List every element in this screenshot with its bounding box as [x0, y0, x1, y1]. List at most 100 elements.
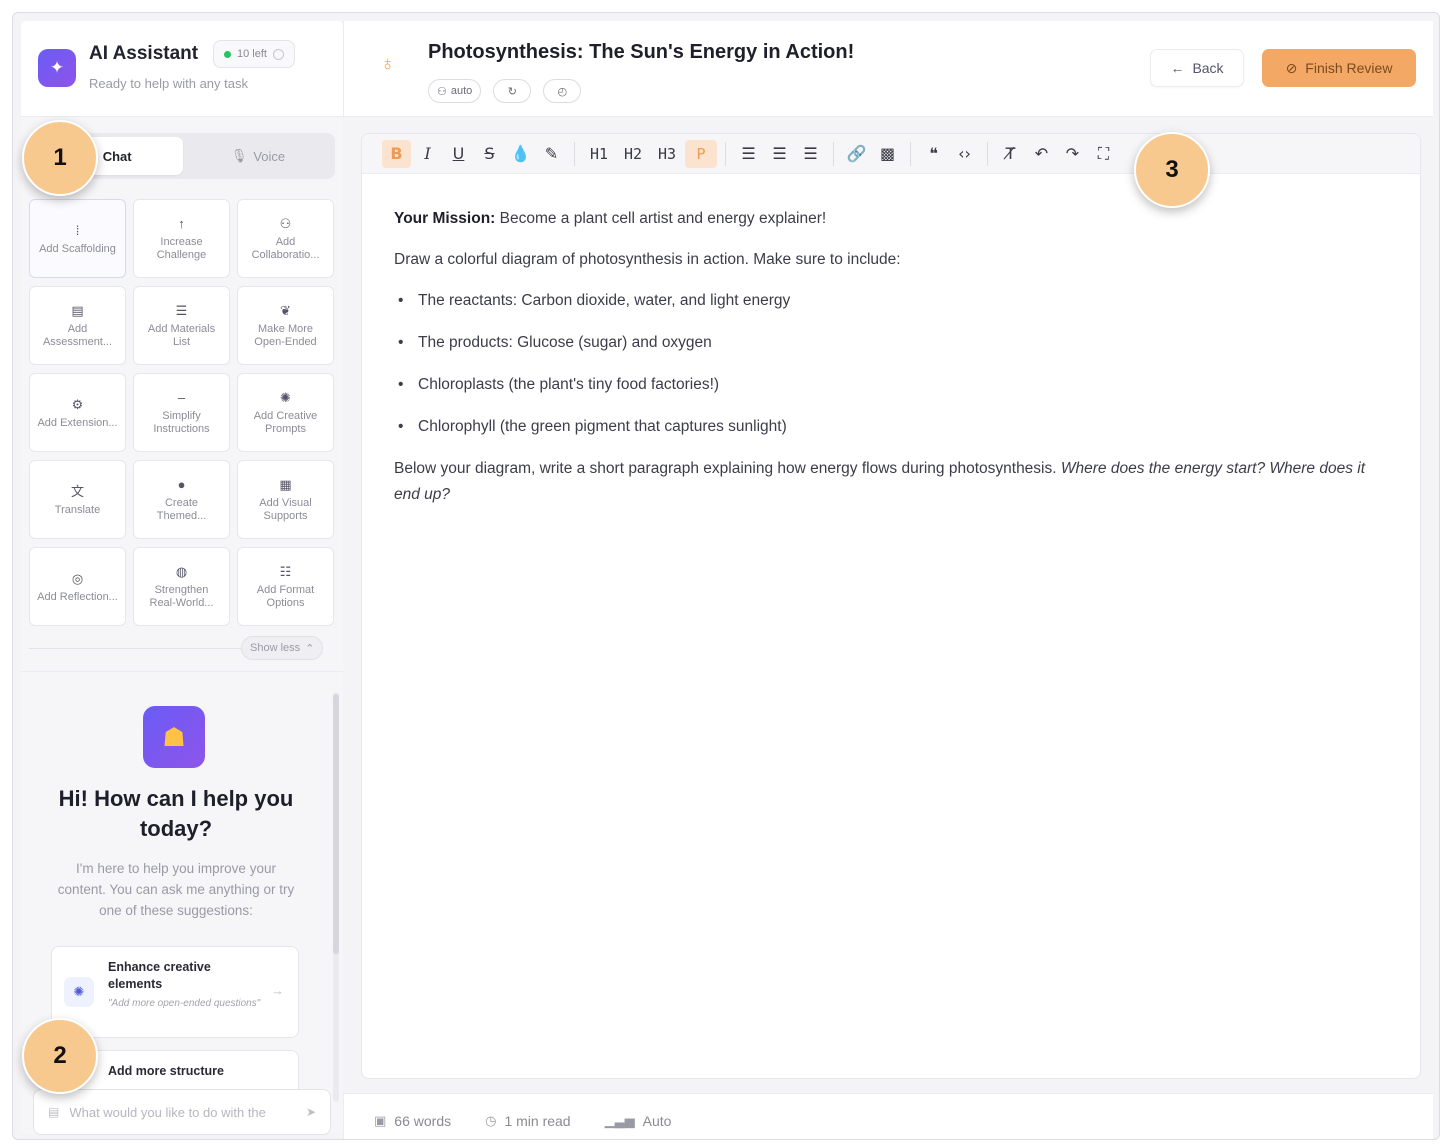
code-icon[interactable]: ‹› [950, 140, 979, 168]
link-icon[interactable]: 🔗 [842, 140, 871, 168]
list-item: Chloroplasts (the plant's tiny food fact… [394, 372, 1394, 398]
settings-chip[interactable]: ◴ [543, 79, 582, 103]
tab-voice-label: Voice [253, 148, 286, 164]
refresh-icon: ↻ [507, 85, 517, 98]
chat-input-box: ▤ ➤ [33, 1089, 331, 1135]
suggestion-card-enhance-creative[interactable]: ✺ Enhance creative elements "Add more op… [51, 946, 299, 1038]
list-item: Chlorophyll (the green pigment that capt… [394, 414, 1394, 440]
heading3-button[interactable]: H3 [651, 140, 683, 168]
quota-badge: 10 left [213, 40, 295, 68]
quota-text: 10 left [237, 48, 267, 60]
scrollbar-thumb[interactable] [333, 694, 339, 954]
document-icon: ▣ [374, 1112, 387, 1128]
finish-review-button[interactable]: ⊘ Finish Review [1262, 49, 1416, 87]
document-title: Photosynthesis: The Sun's Energy in Acti… [428, 41, 855, 63]
callout-marker-2: 2 [22, 1018, 98, 1094]
arrow-up-icon: ↑ [178, 216, 185, 231]
heading2-button[interactable]: H2 [617, 140, 649, 168]
intro-paragraph: Draw a colorful diagram of photosynthesi… [394, 251, 901, 268]
divider [29, 648, 249, 649]
undo-icon[interactable]: ↶ [1027, 140, 1056, 168]
quick-action-strengthen-real-world[interactable]: ◍ Strengthen Real-World... [133, 547, 230, 626]
attachment-icon[interactable]: ▤ [48, 1105, 59, 1119]
callout-marker-1: 1 [22, 120, 98, 196]
quick-action-add-extension[interactable]: ⚙ Add Extension... [29, 373, 126, 452]
italic-icon[interactable]: I [413, 140, 442, 168]
app-window: ✦ AI Assistant 10 left Ready to help wit… [12, 12, 1440, 1140]
paragraph-button[interactable]: P [685, 139, 717, 168]
auto-chip[interactable]: ⚇ auto [428, 79, 482, 103]
quick-action-add-visual-supports[interactable]: ▦ Add Visual Supports [237, 460, 334, 539]
status-bar: ▣ 66 words ◷ 1 min read ▁▃▅ Auto [343, 1093, 1433, 1139]
suggestion-desc: "Add more open-ended questions" [108, 998, 261, 1009]
document-chips: ⚇ auto ↻ ◴ [428, 79, 582, 103]
strikethrough-icon[interactable]: S [475, 140, 504, 168]
info-icon[interactable] [272, 48, 284, 60]
quick-action-simplify-instructions[interactable]: – Simplify Instructions [133, 373, 230, 452]
quick-action-make-open-ended[interactable]: ❦ Make More Open-Ended [237, 286, 334, 365]
clear-format-icon[interactable]: T̸ [996, 140, 1025, 168]
sparkle-icon: ✦ [38, 49, 76, 87]
highlight-icon[interactable]: ✎ [537, 140, 566, 168]
back-button[interactable]: ← Back [1150, 49, 1244, 87]
image-icon[interactable]: ▩ [873, 140, 902, 168]
text-color-icon[interactable]: 💧 [506, 140, 535, 168]
underline-icon[interactable]: U [444, 140, 473, 168]
minus-icon: – [177, 390, 186, 405]
bold-icon[interactable]: B [382, 139, 411, 168]
quick-actions-grid: ⁞ Add Scaffolding ↑ Increase Challenge ⚇… [29, 199, 335, 626]
send-icon[interactable]: ➤ [306, 1105, 316, 1119]
suggestion-title: Enhance creative elements [108, 960, 211, 991]
fullscreen-icon[interactable]: ⛶ [1089, 140, 1118, 168]
brain-icon: ❦ [280, 303, 291, 318]
quick-action-add-format-options[interactable]: ☷ Add Format Options [237, 547, 334, 626]
refresh-chip[interactable]: ↻ [493, 79, 532, 103]
group-icon: ⚇ [437, 85, 447, 98]
toolbar-separator [910, 141, 911, 166]
arrow-left-icon: ← [1170, 60, 1185, 76]
lightbulb-icon: ✺ [280, 390, 291, 405]
mission-paragraph: Your Mission: Become a plant cell artist… [394, 206, 1394, 232]
align-icon[interactable]: ☰ [796, 140, 825, 168]
mission-text: Become a plant cell artist and energy ex… [495, 210, 827, 227]
quick-action-translate[interactable]: 文 Translate [29, 460, 126, 539]
numbered-list-icon[interactable]: ☰ [765, 140, 794, 168]
quick-action-add-reflection[interactable]: ◎ Add Reflection... [29, 547, 126, 626]
clock-icon: ◴ [557, 85, 568, 98]
quick-action-add-scaffolding[interactable]: ⁞ Add Scaffolding [29, 199, 126, 278]
quick-action-add-collaboration[interactable]: ⚇ Add Collaboratio... [237, 199, 334, 278]
quick-action-increase-challenge[interactable]: ↑ Increase Challenge [133, 199, 230, 278]
suggestion-title: Add more structure [108, 1064, 224, 1078]
greeting-title: Hi! How can I help you today? [58, 786, 294, 841]
chat-input[interactable] [69, 1104, 296, 1120]
mission-label: Your Mission: [394, 210, 496, 227]
toolbar-separator [574, 141, 575, 166]
show-less-button[interactable]: Show less ⌃ [241, 636, 324, 660]
tab-voice[interactable]: 🎙 Voice [183, 137, 333, 175]
requirements-list: The reactants: Carbon dioxide, water, an… [394, 288, 1394, 440]
word-count: ▣ 66 words [374, 1112, 452, 1129]
editor: B I U S 💧 ✎ H1 H2 H3 P ☰ ☰ ☰ 🔗 ▩ ❝ ‹› T̸… [361, 133, 1421, 1079]
assistant-subtitle: Ready to help with any task [89, 76, 248, 91]
bar-chart-icon: ▁▃▅ [604, 1112, 635, 1128]
arrow-right-icon: → [271, 983, 284, 998]
editor-toolbar: B I U S 💧 ✎ H1 H2 H3 P ☰ ☰ ☰ 🔗 ▩ ❝ ‹› T̸… [362, 134, 1420, 174]
reading-level: ▁▃▅ Auto [604, 1112, 672, 1129]
redo-icon[interactable]: ↷ [1058, 140, 1087, 168]
lightbulb-icon: ♁ [380, 53, 395, 75]
assistant-title: AI Assistant [89, 43, 199, 64]
list-icon: ☰ [175, 303, 188, 318]
main-area: ♁ Photosynthesis: The Sun's Energy in Ac… [343, 21, 1433, 1139]
quick-action-add-assessment[interactable]: ▤ Add Assessment... [29, 286, 126, 365]
quick-action-create-themed[interactable]: ● Create Themed... [133, 460, 230, 539]
editor-content[interactable]: Your Mission: Become a plant cell artist… [394, 206, 1394, 523]
read-time: ◷ 1 min read [485, 1112, 571, 1129]
quick-action-add-creative-prompts[interactable]: ✺ Add Creative Prompts [237, 373, 334, 452]
microphone-icon: 🎙 [230, 148, 248, 163]
extension-icon: ⚙ [71, 396, 84, 412]
bullet-list-icon[interactable]: ☰ [734, 140, 763, 168]
chevron-up-icon: ⌃ [305, 642, 315, 655]
quick-action-add-materials-list[interactable]: ☰ Add Materials List [133, 286, 230, 365]
quote-icon[interactable]: ❝ [919, 140, 948, 168]
heading1-button[interactable]: H1 [583, 140, 615, 168]
